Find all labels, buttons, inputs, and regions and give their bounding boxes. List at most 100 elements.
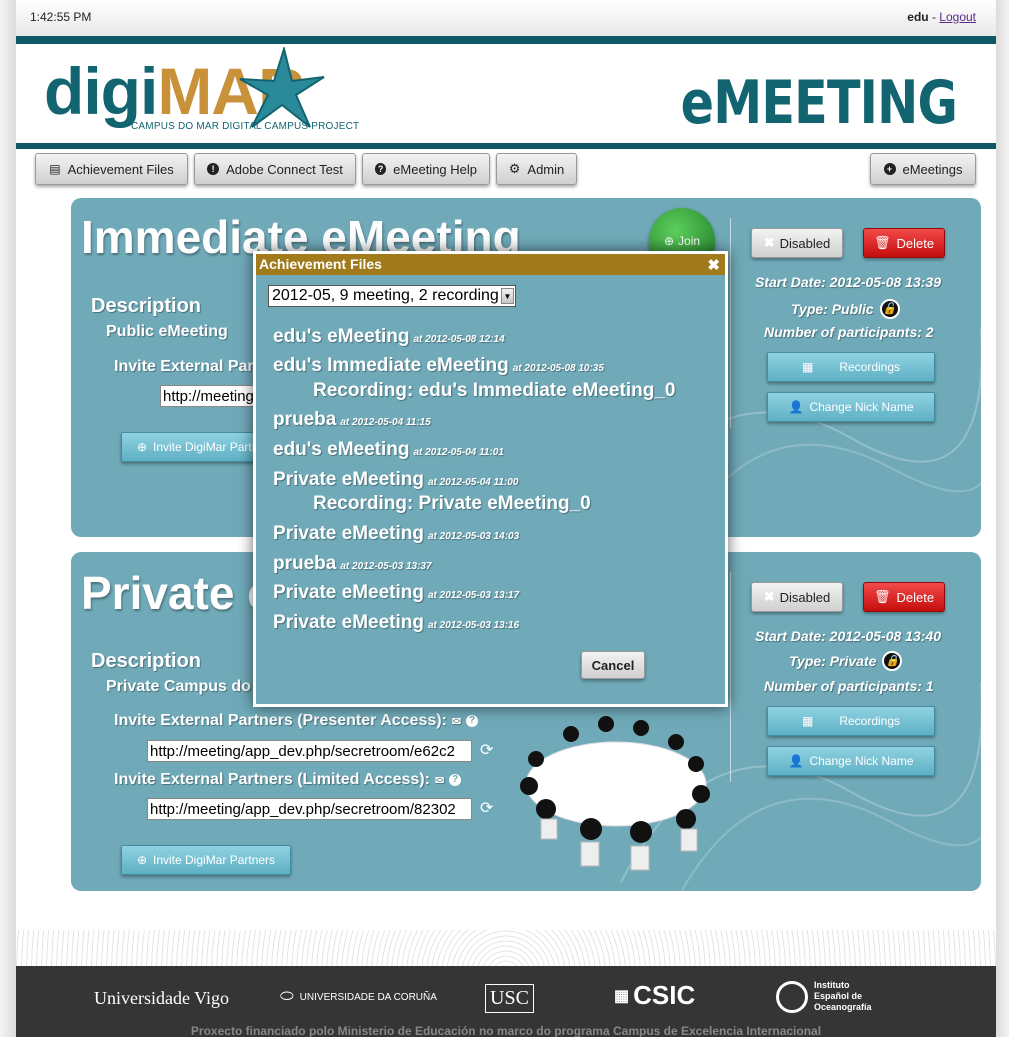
achievement-item[interactable]: edu's Immediate eMeeting at 2012-05-08 10…: [273, 355, 604, 377]
change-nick-label: Change Nick Name: [809, 400, 914, 414]
achievement-item[interactable]: Private eMeeting at 2012-05-03 13:17: [273, 582, 519, 604]
top-bar: 1:42:55 PM edu - Logout: [16, 0, 996, 36]
arrow-up-icon: ⊕: [663, 234, 675, 248]
disabled-button-2[interactable]: ✖ Disabled: [751, 582, 843, 612]
limited-url-field[interactable]: http://meeting/app_dev.php/secretroom/82…: [147, 798, 472, 820]
footer-note: Proxecto financiado polo Ministerio de E…: [190, 1024, 822, 1037]
item-date: at 2012-05-03 13:16: [428, 620, 520, 631]
lock-icon: 🔒: [882, 651, 903, 671]
help-icon-2[interactable]: ?: [449, 774, 462, 786]
adobe-connect-label: Adobe Connect Test: [226, 161, 343, 177]
close-icon-2: ✖: [763, 589, 775, 604]
refresh-icon[interactable]: ⟳: [480, 740, 493, 760]
right-shadow: [996, 0, 1009, 1037]
header-bottom-stripe: [16, 143, 996, 149]
admin-button[interactable]: ⚙ Admin: [496, 153, 577, 185]
footer-wave-pattern: [16, 930, 996, 968]
unlock-icon: 🔓: [879, 299, 900, 319]
item-name: Private eMeeting: [273, 582, 424, 603]
usc-logo[interactable]: USC: [485, 984, 534, 1013]
item-date: at 2012-05-03 13:37: [340, 561, 432, 572]
udc-emblem-icon: ⬭: [280, 988, 294, 1005]
achievement-item[interactable]: Private eMeeting at 2012-05-03 13:16: [273, 612, 519, 634]
delete-label: Delete: [896, 235, 935, 251]
recordings-button-2[interactable]: ▦ Recordings: [767, 706, 935, 736]
item-date: at 2012-05-04 11:00: [428, 477, 519, 488]
disabled-button[interactable]: ✖ Disabled: [751, 228, 843, 258]
meeting-type-2: Type: Private 🔒: [789, 651, 903, 671]
cancel-button[interactable]: Cancel: [581, 651, 645, 679]
achievement-item[interactable]: Private eMeeting at 2012-05-04 11:00: [273, 469, 518, 491]
achievement-item[interactable]: Private eMeeting at 2012-05-03 14:03: [273, 523, 519, 545]
emeetings-button[interactable]: + eMeetings: [870, 153, 976, 185]
month-select-value: 2012-05, 9 meeting, 2 recording: [272, 287, 499, 304]
header-top-stripe: [16, 36, 996, 44]
ieo-logo[interactable]: Instituto Español de Oceanografía: [776, 980, 884, 1013]
csic-logo[interactable]: ▦ CSIC: [614, 980, 695, 1011]
starfish-icon: [239, 47, 325, 128]
divider: [730, 218, 731, 428]
presenter-url-field[interactable]: http://meeting/app_dev.php/secretroom/e6…: [147, 740, 472, 762]
plus-circle-icon: +: [883, 163, 896, 175]
help-icon[interactable]: ?: [466, 715, 479, 727]
item-date: at 2012-05-03 13:17: [428, 590, 520, 601]
invite-digimar-button-2[interactable]: ⊕ Invite DigiMar Partners: [121, 845, 291, 875]
logo-subtitle: CAMPUS DO MAR DIGITAL CAMPUS PROJECT: [131, 121, 360, 132]
app-title: eMEETING: [680, 68, 958, 138]
recording-item[interactable]: Recording: Private eMeeting_0: [313, 493, 591, 515]
start-date: Start Date: 2012-05-08 13:39: [755, 274, 941, 290]
close-icon: ✖: [763, 235, 775, 250]
uvigo-logo[interactable]: Universidade Vigo: [94, 988, 229, 1009]
close-icon[interactable]: ✖: [707, 255, 720, 276]
refresh-icon-2[interactable]: ⟳: [480, 798, 493, 818]
mail-icon[interactable]: ✉: [452, 715, 461, 728]
disabled-label-2: Disabled: [779, 589, 831, 605]
item-name: Private eMeeting: [273, 469, 424, 490]
page: 1:42:55 PM edu - Logout digiMAR CAMPUS D…: [0, 0, 1009, 1037]
logo-digi: digi: [44, 54, 158, 128]
item-name: edu's Immediate eMeeting: [273, 355, 509, 376]
join-label: Join: [678, 234, 701, 248]
logout-link[interactable]: Logout: [939, 10, 976, 24]
month-select[interactable]: 2012-05, 9 meeting, 2 recording ▼: [268, 285, 516, 307]
film-icon-2: ▦: [801, 714, 814, 728]
delete-button-2[interactable]: 🗑 Delete: [863, 582, 945, 612]
list-icon: ▤: [49, 162, 61, 176]
achievement-files-dialog: Achievement Files ✖ 2012-05, 9 meeting, …: [253, 251, 728, 707]
achievement-item[interactable]: edu's eMeeting at 2012-05-04 11:01: [273, 439, 504, 461]
achievement-files-button[interactable]: ▤ Achievement Files: [35, 153, 188, 185]
meeting-type: Type: Public 🔓: [791, 299, 900, 319]
description-text: Public eMeeting: [106, 323, 228, 340]
type-label: Type: Public: [791, 301, 874, 317]
mail-icon-2[interactable]: ✉: [435, 774, 444, 787]
participants-count: Number of participants: 2: [764, 324, 934, 340]
description-label-2: Description: [91, 650, 202, 672]
emeetings-label: eMeetings: [902, 161, 963, 177]
left-shadow: [0, 0, 16, 1037]
item-name: prueba: [273, 553, 337, 574]
achievement-item[interactable]: edu's eMeeting at 2012-05-08 12:14: [273, 326, 505, 348]
achievement-item[interactable]: prueba at 2012-05-04 11:15: [273, 409, 431, 431]
achievement-item[interactable]: prueba at 2012-05-03 13:37: [273, 553, 432, 575]
change-nick-button[interactable]: 👤 Change Nick Name: [767, 392, 935, 422]
plus-icon: ⊕: [136, 440, 147, 454]
ieo-globe-icon: [776, 980, 808, 1013]
item-date: at 2012-05-04 11:15: [340, 417, 431, 428]
item-name: edu's eMeeting: [273, 326, 410, 347]
change-nick-button-2[interactable]: 👤 Change Nick Name: [767, 746, 935, 776]
item-date: at 2012-05-08 12:14: [413, 334, 505, 345]
adobe-connect-test-button[interactable]: ! Adobe Connect Test: [194, 153, 356, 185]
admin-label: Admin: [527, 161, 565, 177]
item-date: at 2012-05-08 10:35: [512, 363, 604, 374]
recordings-button[interactable]: ▦ Recordings: [767, 352, 935, 382]
emeeting-help-button[interactable]: ? eMeeting Help: [362, 153, 490, 185]
invite-presenter-row: Invite External Partners (Presenter Acce…: [114, 712, 479, 730]
delete-button[interactable]: 🗑 Delete: [863, 228, 945, 258]
clock: 1:42:55 PM: [30, 10, 92, 24]
udc-logo[interactable]: ⬭ UNIVERSIDADE DA CORUÑA: [280, 988, 437, 1006]
trash-icon: 🗑: [873, 235, 891, 250]
recording-item[interactable]: Recording: edu's Immediate eMeeting_0: [313, 380, 675, 402]
user-icon-2: 👤: [788, 754, 804, 768]
change-nick-label-2: Change Nick Name: [809, 754, 914, 768]
username: edu: [907, 10, 929, 24]
